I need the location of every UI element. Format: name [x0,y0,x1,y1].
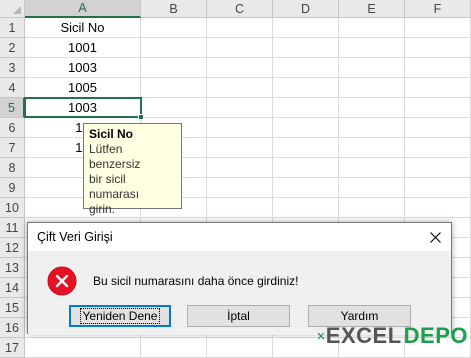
select-all-corner[interactable] [0,0,25,18]
row-header-3[interactable]: 3 [0,58,25,78]
tooltip-line-1: Lütfen benzersiz [89,142,141,171]
grid-cell[interactable] [405,118,471,138]
grid-cell[interactable] [405,158,471,178]
grid-cell[interactable] [405,58,471,78]
grid-cell[interactable] [405,198,471,218]
column-header-a[interactable]: A [25,0,141,18]
fill-handle[interactable] [138,114,144,120]
grid-cell[interactable] [207,118,273,138]
grid-cell[interactable] [207,18,273,38]
row-header-11[interactable]: 11 [0,218,25,238]
grid-cell[interactable] [405,38,471,58]
grid-cell[interactable] [207,78,273,98]
grid-cell[interactable] [339,198,405,218]
grid-cell[interactable] [405,18,471,38]
grid-cell[interactable] [25,338,141,358]
grid-cell[interactable] [207,178,273,198]
grid-cell[interactable] [273,198,339,218]
row-header-5[interactable]: 5 [0,98,25,118]
grid-cell[interactable] [405,98,471,118]
grid-cell[interactable] [339,38,405,58]
row-header-15[interactable]: 15 [0,298,25,318]
grid-cell[interactable] [273,18,339,38]
row-header-9[interactable]: 9 [0,178,25,198]
row-header-12[interactable]: 12 [0,238,25,258]
column-header-d[interactable]: D [273,0,339,18]
row-header-16[interactable]: 16 [0,318,25,338]
input-message-tooltip: Sicil No Lütfen benzersiz bir sicil numa… [83,123,182,216]
row-header-1[interactable]: 1 [0,18,25,38]
row-header-14[interactable]: 14 [0,278,25,298]
grid-cell[interactable] [339,138,405,158]
grid-cell[interactable] [273,58,339,78]
row-header-10[interactable]: 10 [0,198,25,218]
cell-a1[interactable]: Sicil No [25,18,141,38]
exceldepo-watermark: EXCEL DEPO [318,318,468,354]
grid-cell[interactable] [207,58,273,78]
grid-cell[interactable] [273,78,339,98]
row-header-13[interactable]: 13 [0,258,25,278]
row-header-4[interactable]: 4 [0,78,25,98]
grid-cell[interactable] [141,78,207,98]
grid-cell[interactable] [141,58,207,78]
exceldepo-logo-icon [318,332,324,340]
cancel-button[interactable]: İptal [187,305,290,327]
error-icon [47,266,77,296]
grid-cell[interactable] [207,98,273,118]
dialog-title: Çift Veri Girişi [37,230,113,244]
grid-cell[interactable] [339,58,405,78]
column-header-c[interactable]: C [207,0,273,18]
grid-cell[interactable] [339,98,405,118]
grid-cell[interactable] [273,38,339,58]
dialog-titlebar[interactable]: Çift Veri Girişi [28,223,451,251]
select-all-triangle-icon [13,6,21,14]
row-header-17[interactable]: 17 [0,338,25,358]
cell-a2[interactable]: 1001 [25,38,141,58]
cell-a3[interactable]: 1003 [25,58,141,78]
watermark-excel: EXCEL [325,323,402,348]
grid-cell[interactable] [339,78,405,98]
retry-button[interactable]: Yeniden Dene [69,305,171,327]
grid-cell[interactable] [207,158,273,178]
grid-cell[interactable] [273,98,339,118]
grid-cell[interactable] [141,338,207,358]
column-header-b[interactable]: B [141,0,207,18]
cell-a4[interactable]: 1005 [25,78,141,98]
column-header-e[interactable]: E [339,0,405,18]
grid-cell[interactable] [141,18,207,38]
grid-cell[interactable] [339,118,405,138]
grid-cell[interactable] [339,158,405,178]
watermark-depo: DEPO [403,323,468,348]
grid-cell[interactable] [405,138,471,158]
grid-cell[interactable] [273,118,339,138]
dialog-message: Bu sicil numarasını daha önce girdiniz! [93,274,299,288]
grid-cell[interactable] [207,338,273,358]
tooltip-title: Sicil No [89,127,134,141]
grid-cell[interactable] [339,178,405,198]
grid-cell[interactable] [141,98,207,118]
grid-cell[interactable] [405,78,471,98]
close-icon [429,231,441,243]
grid-cell[interactable] [405,178,471,198]
retry-button-label: Yeniden Dene [79,308,161,324]
row-header-2[interactable]: 2 [0,38,25,58]
active-cell-border [24,97,142,118]
grid-cell[interactable] [207,38,273,58]
row-header-6[interactable]: 6 [0,118,25,138]
grid-cell[interactable] [141,38,207,58]
tooltip-line-2: bir sicil numarası [89,172,140,201]
grid-cell[interactable] [207,198,273,218]
grid-cell[interactable] [273,178,339,198]
grid-cell[interactable] [273,158,339,178]
dialog-close-button[interactable] [419,223,451,251]
row-header-8[interactable]: 8 [0,158,25,178]
column-header-f[interactable]: F [405,0,471,18]
grid-cell[interactable] [339,18,405,38]
tooltip-line-3: girin. [89,202,116,216]
grid-cell[interactable] [207,138,273,158]
row-header-7[interactable]: 7 [0,138,25,158]
grid-cell[interactable] [273,138,339,158]
